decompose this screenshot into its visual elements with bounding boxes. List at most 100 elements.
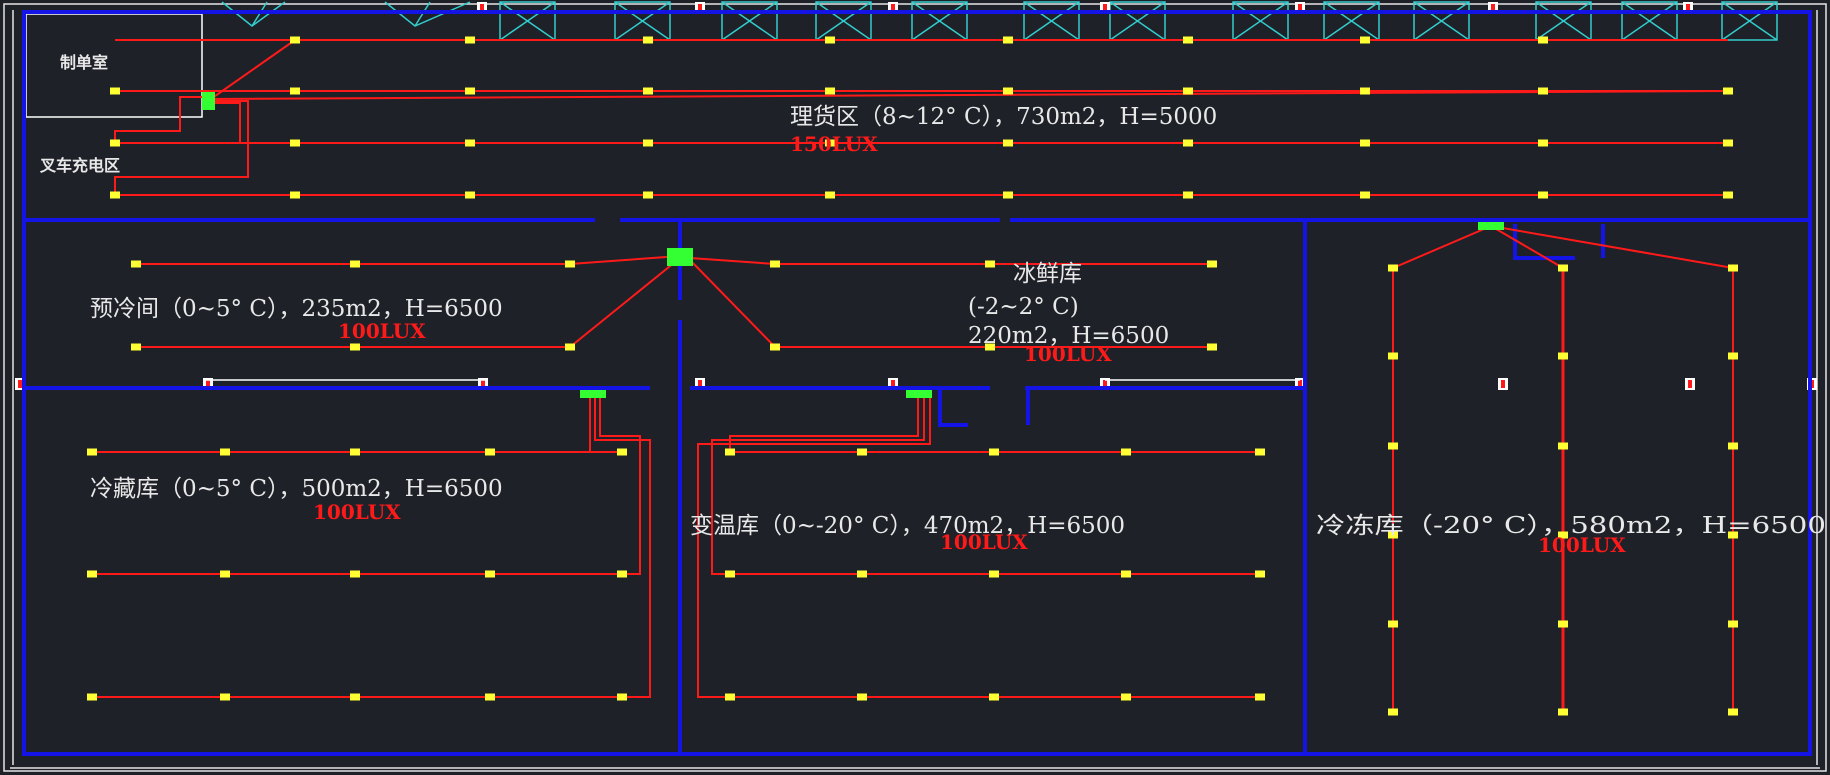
- lamp-fixture-icon: [290, 87, 300, 95]
- distribution-panel-icon: [667, 248, 693, 266]
- lamp-fixture-icon: [1003, 191, 1013, 199]
- lamp-fixture-icon: [825, 191, 835, 199]
- lamp-fixture-icon: [1728, 620, 1738, 628]
- lamp-fixture-icon: [1538, 139, 1548, 147]
- cold-storage-label: 冷藏库（0~5° C），500m2，H=6500: [90, 476, 503, 502]
- freezer-lux: 100LUX: [1538, 533, 1626, 557]
- lamp-fixture-icon: [485, 570, 495, 578]
- lamp-fixture-icon: [1121, 570, 1131, 578]
- lamp-fixture-icon: [1388, 442, 1398, 450]
- lamp-fixture-icon: [110, 191, 120, 199]
- lamp-fixture-icon: [1255, 448, 1265, 456]
- variable-temp-lux: 100LUX: [940, 530, 1028, 554]
- cold-storage-lux: 100LUX: [313, 500, 401, 524]
- lamp-fixture-icon: [1538, 87, 1548, 95]
- window-icon: [1413, 1, 1470, 41]
- lamp-fixture-icon: [725, 570, 735, 578]
- circuit-wire: [207, 90, 1729, 100]
- lamp-fixture-icon: [1723, 87, 1733, 95]
- lamp-fixture-icon: [350, 570, 360, 578]
- control-room-box: [25, 13, 203, 118]
- window-icon: [815, 1, 872, 41]
- lamp-fixture-icon: [643, 87, 653, 95]
- circuit-wire: [1392, 225, 1492, 269]
- column-icon: [1498, 378, 1508, 390]
- distribution-panel-icon: [202, 92, 215, 110]
- window-icon: [721, 1, 778, 41]
- circuit-wire: [136, 255, 681, 265]
- lamp-fixture-icon: [1728, 708, 1738, 716]
- lamp-fixture-icon: [1183, 36, 1193, 44]
- lamp-fixture-icon: [87, 448, 97, 456]
- lamp-fixture-icon: [290, 36, 300, 44]
- lamp-fixture-icon: [87, 693, 97, 701]
- sorting-area-lux: 150LUX: [790, 132, 878, 156]
- lamp-fixture-icon: [1255, 693, 1265, 701]
- ice-fresh-title: 冰鲜库: [1013, 261, 1082, 287]
- window-icon: [1232, 1, 1289, 41]
- lamp-fixture-icon: [617, 693, 627, 701]
- lamp-fixture-icon: [1121, 448, 1131, 456]
- circuit-wire: [114, 100, 249, 195]
- lamp-fixture-icon: [1723, 139, 1733, 147]
- lamp-fixture-icon: [1728, 352, 1738, 360]
- lamp-fixture-icon: [857, 693, 867, 701]
- lamp-fixture-icon: [1003, 87, 1013, 95]
- lamp-fixture-icon: [617, 570, 627, 578]
- distribution-panel-icon: [906, 390, 932, 398]
- lamp-fixture-icon: [617, 448, 627, 456]
- lamp-fixture-icon: [1207, 343, 1217, 351]
- control-room-label: 制单室: [60, 53, 108, 72]
- lamp-fixture-icon: [643, 139, 653, 147]
- lamp-fixture-icon: [770, 343, 780, 351]
- circuit-wire: [594, 396, 651, 698]
- lamp-fixture-icon: [1360, 36, 1370, 44]
- lamp-fixture-icon: [350, 260, 360, 268]
- column-icon: [1685, 378, 1695, 390]
- lamp-fixture-icon: [1388, 264, 1398, 272]
- lamp-fixture-icon: [465, 191, 475, 199]
- sorting-area-label: 理货区（8~12° C），730m2，H=5000: [790, 104, 1217, 130]
- window-icon: [1109, 1, 1166, 41]
- precool-room-label: 预冷间（0~5° C），235m2，H=6500: [90, 296, 503, 322]
- distribution-panel-icon: [1478, 222, 1504, 230]
- lamp-fixture-icon: [857, 570, 867, 578]
- lamp-fixture-icon: [1723, 191, 1733, 199]
- lamp-fixture-icon: [220, 693, 230, 701]
- window-icon: [614, 1, 671, 41]
- lamp-fixture-icon: [290, 139, 300, 147]
- lamp-fixture-icon: [1558, 708, 1568, 716]
- lamp-fixture-icon: [1183, 87, 1193, 95]
- lamp-fixture-icon: [1728, 264, 1738, 272]
- window-icon: [911, 1, 968, 41]
- lamp-fixture-icon: [1360, 191, 1370, 199]
- lamp-fixture-icon: [485, 448, 495, 456]
- lamp-fixture-icon: [1360, 87, 1370, 95]
- lamp-fixture-icon: [485, 693, 495, 701]
- lamp-fixture-icon: [465, 139, 475, 147]
- ice-fresh-lux: 100LUX: [1024, 342, 1112, 366]
- lamp-fixture-icon: [825, 36, 835, 44]
- lamp-fixture-icon: [1360, 139, 1370, 147]
- lamp-fixture-icon: [1255, 570, 1265, 578]
- lamp-fixture-icon: [1558, 352, 1568, 360]
- lamp-fixture-icon: [1538, 191, 1548, 199]
- lighting-floor-plan: 制单室 叉车充电区 理货区（8~12° C），730m2，H=5000 150L…: [3, 1, 1827, 772]
- lamp-fixture-icon: [1728, 442, 1738, 450]
- lamp-fixture-icon: [110, 139, 120, 147]
- lamp-fixture-icon: [1558, 620, 1568, 628]
- lamp-fixture-icon: [725, 693, 735, 701]
- lamp-fixture-icon: [565, 260, 575, 268]
- lamp-fixture-icon: [1207, 260, 1217, 268]
- lamp-fixture-icon: [220, 570, 230, 578]
- window-icon: [1323, 1, 1380, 41]
- window-icon: [1535, 1, 1592, 41]
- circuit-wire: [599, 396, 641, 575]
- circuit-wire: [697, 396, 931, 698]
- lamp-fixture-icon: [643, 36, 653, 44]
- lamp-fixture-icon: [1388, 708, 1398, 716]
- lamp-fixture-icon: [1003, 36, 1013, 44]
- lamp-fixture-icon: [220, 448, 230, 456]
- lamp-fixture-icon: [989, 570, 999, 578]
- lamp-fixture-icon: [643, 191, 653, 199]
